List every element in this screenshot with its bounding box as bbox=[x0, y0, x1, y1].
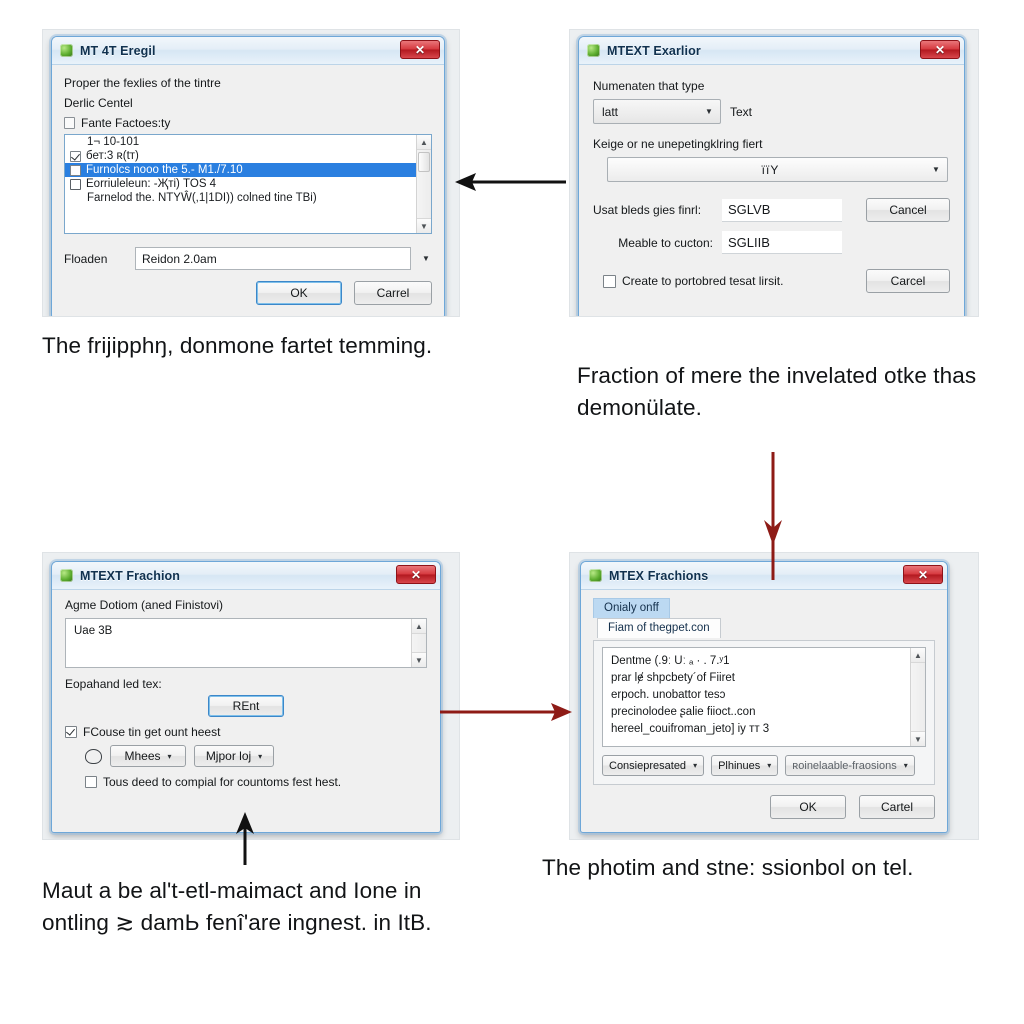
arrow-top-right-to-top-left bbox=[455, 173, 566, 191]
arrow-caption-to-bottom-left bbox=[236, 812, 254, 865]
arrow-bottom-left-to-bottom-right bbox=[440, 703, 572, 721]
arrow-layer bbox=[236, 173, 782, 865]
arrow-top-right-down bbox=[764, 452, 782, 580]
